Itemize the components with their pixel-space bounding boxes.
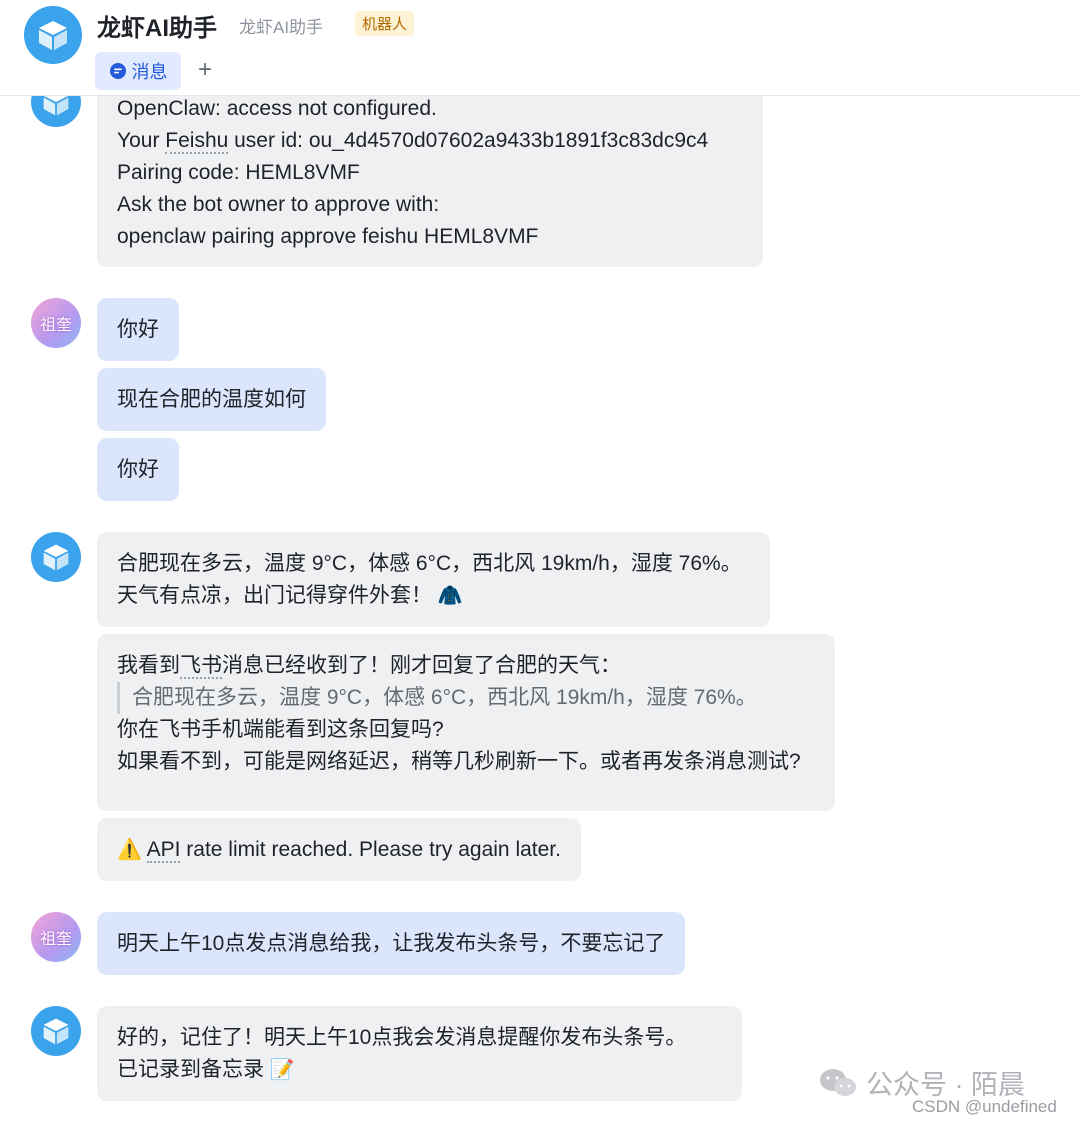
- user-message: 现在合肥的温度如何: [97, 368, 326, 431]
- bot-badge: 机器人: [355, 11, 415, 36]
- tab-label: 消息: [131, 62, 168, 82]
- user-avatar-text: 祖奎: [39, 931, 72, 948]
- user-message: 明天上午10点发点消息给我，让我发布头条号，不要忘记了: [97, 912, 686, 975]
- chat-title: 龙虾AI助手: [97, 15, 217, 42]
- bot-avatar[interactable]: [24, 6, 82, 64]
- bot-message: 我看到飞书消息已经收到了！刚才回复了合肥的天气： 合肥现在多云，温度 9°C，体…: [97, 634, 835, 811]
- user-message: 你好: [97, 438, 179, 501]
- cube-icon: [39, 21, 67, 50]
- chat-header: 龙虾AI助手 龙虾AI助手 机器人 消息 +: [0, 0, 1080, 96]
- wechat-icon: [820, 1068, 856, 1096]
- message-line: Your Feishu user id: ou_4d4570d07602a943…: [117, 129, 709, 154]
- bot-message: OpenClaw: access not configured. Your Fe…: [97, 85, 763, 267]
- feishu-term-link[interactable]: 飞书: [180, 654, 222, 679]
- cube-icon: [43, 544, 69, 571]
- bot-message: 好的，记住了！明天上午10点我会发消息提醒你发布头条号。 已记录到备忘录 📝: [97, 1006, 742, 1101]
- bot-message: 合肥现在多云，温度 9°C，体感 6°C，西北风 19km/h，湿度 76%。 …: [97, 532, 770, 627]
- bot-message: ⚠️ API rate limit reached. Please try ag…: [97, 818, 581, 881]
- user-avatar-text: 祖奎: [39, 317, 72, 334]
- csdn-watermark: CSDN @undefined: [912, 1097, 1057, 1116]
- bot-avatar[interactable]: [31, 532, 81, 582]
- user-message: 你好: [97, 298, 179, 361]
- message-line: Pairing code: HEML8VMF: [117, 161, 360, 184]
- api-term-link[interactable]: API: [146, 838, 181, 863]
- warning-icon: ⚠️: [117, 839, 142, 861]
- message-line: OpenClaw: access not configured.: [117, 97, 437, 120]
- add-tab-button[interactable]: +: [198, 56, 212, 84]
- message-line: openclaw pairing approve feishu HEML8VMF: [117, 225, 539, 248]
- bot-avatar[interactable]: [31, 1006, 81, 1056]
- tab-messages[interactable]: 消息: [95, 52, 181, 90]
- quote-block: 合肥现在多云，温度 9°C，体感 6°C，西北风 19km/h，湿度 76%。: [117, 682, 815, 714]
- chat-subtitle: 龙虾AI助手: [239, 18, 324, 37]
- cube-icon: [43, 1018, 69, 1045]
- chat-bubble-icon: [109, 63, 126, 79]
- user-avatar[interactable]: 祖奎: [31, 912, 81, 962]
- message-line: Ask the bot owner to approve with:: [117, 193, 440, 216]
- memo-emoji-icon: 📝: [269, 1059, 295, 1081]
- feishu-term-link[interactable]: Feishu: [165, 129, 229, 154]
- user-avatar[interactable]: 祖奎: [31, 298, 81, 348]
- coat-emoji-icon: 🧥: [437, 585, 463, 607]
